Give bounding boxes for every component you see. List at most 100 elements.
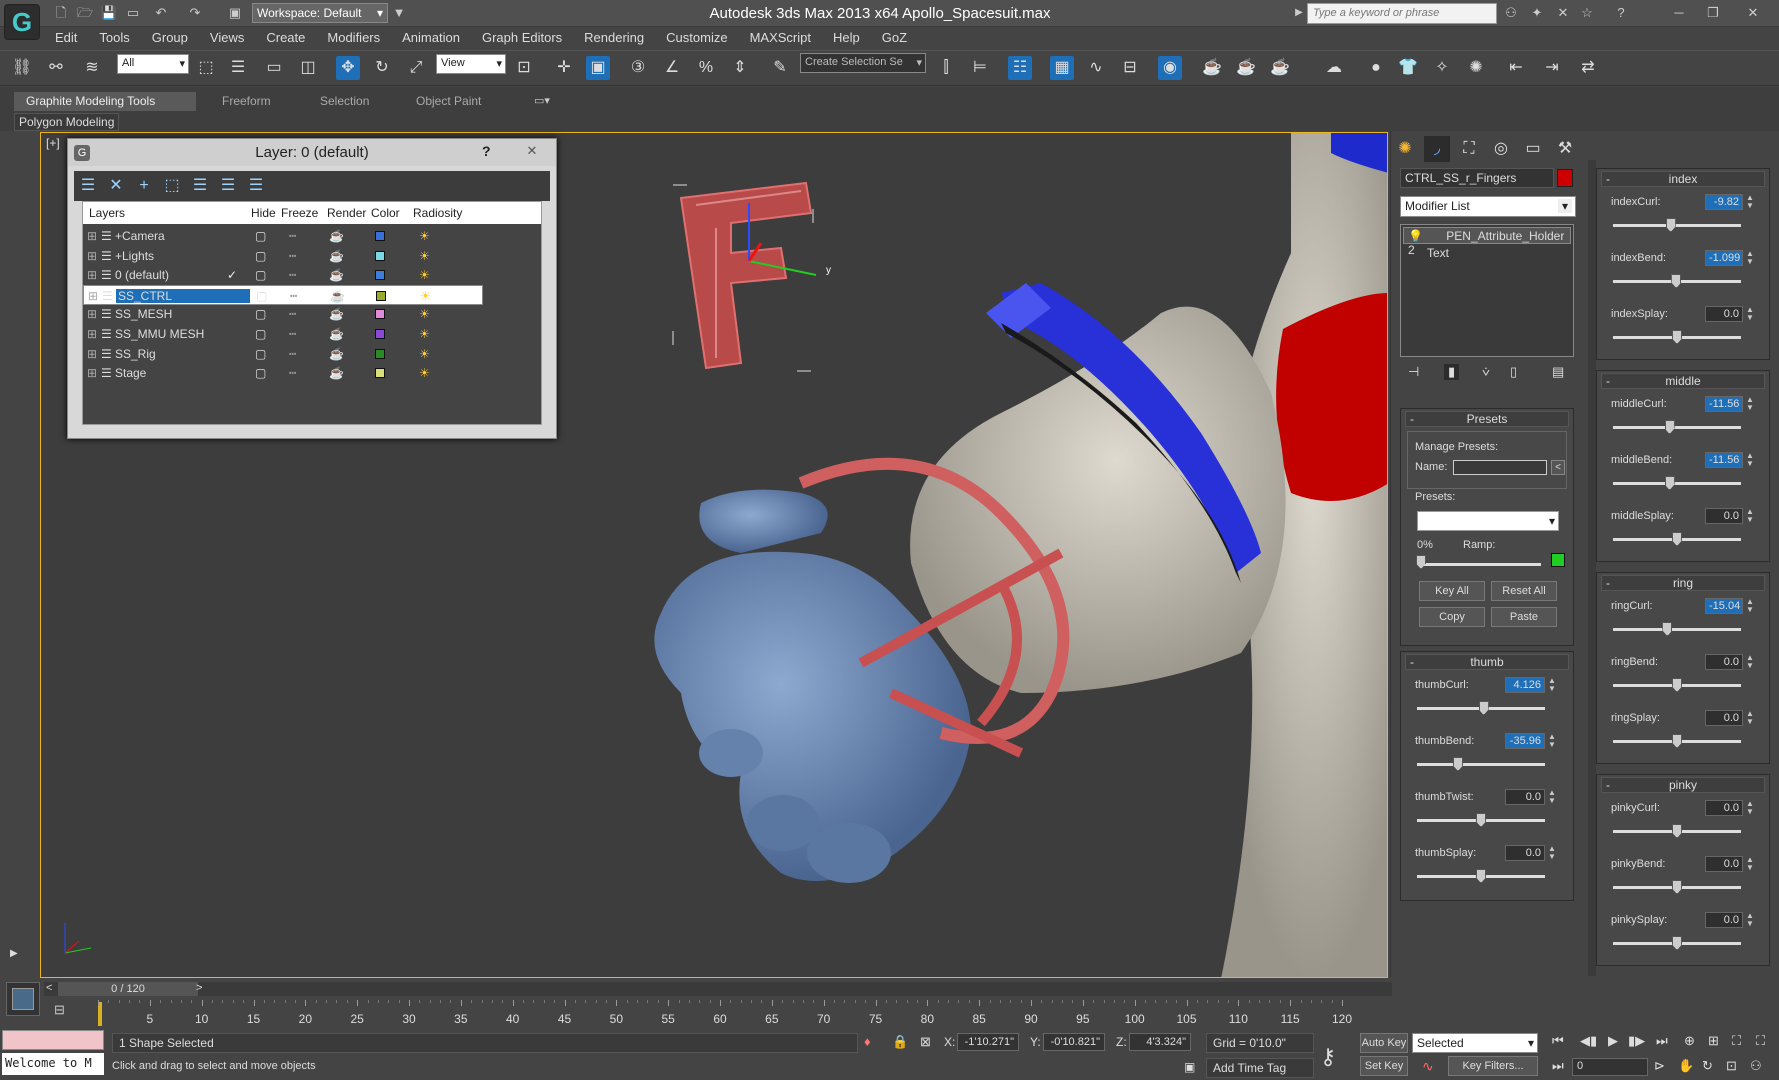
param-slider-knob[interactable] [1476, 869, 1486, 883]
param-slider-knob[interactable] [1672, 880, 1682, 894]
curve-editor-icon[interactable]: ∿ [1084, 56, 1108, 80]
layer-color-swatch[interactable] [376, 290, 386, 301]
highlight-selected-icon[interactable]: ☰ [186, 171, 214, 201]
select-by-name-icon[interactable]: ☰ [226, 56, 250, 80]
tab-graphite-modeling-tools[interactable]: Graphite Modeling Tools [14, 92, 196, 111]
render-toggle-icon[interactable]: ☕ [329, 268, 344, 282]
menu-goz[interactable]: GoZ [871, 27, 918, 48]
select-and-rotate-icon[interactable]: ↻ [370, 56, 394, 80]
binoculars-icon[interactable]: ⚇ [1502, 4, 1520, 22]
bind-spacewarp-icon[interactable]: ≋ [80, 56, 104, 80]
edit-named-selection-icon[interactable]: ✎ [768, 56, 792, 80]
render-setup-icon[interactable]: ☕ [1200, 56, 1224, 80]
stack-item[interactable]: 💡 PEN_Attribute_Holder 2 [1403, 227, 1571, 257]
layer-color-swatch[interactable] [375, 368, 385, 379]
layer-row[interactable]: ⊞ ☰ SS_Rig ▢ ┅ ☕ ☀ [83, 344, 483, 364]
menu-graph-editors[interactable]: Graph Editors [471, 27, 573, 48]
goz-forward-icon[interactable]: ⇥ [1540, 56, 1564, 80]
walk-through-icon[interactable]: ⚇ [1750, 1058, 1762, 1074]
tab-freeform[interactable]: Freeform [210, 92, 283, 111]
presets-rollout-header[interactable]: - Presets [1405, 411, 1569, 427]
sphere-icon[interactable]: ● [1364, 56, 1388, 80]
param-slider-knob[interactable] [1476, 813, 1486, 827]
paste-button[interactable]: Paste [1491, 607, 1557, 627]
param-slider-track[interactable] [1613, 224, 1741, 227]
layer-manager-icon[interactable]: ☷ [1008, 56, 1032, 80]
menu-edit[interactable]: Edit [44, 27, 88, 48]
param-value-field[interactable]: 0.0 [1705, 306, 1743, 322]
z-coordinate-field[interactable]: 4'3.324" [1129, 1033, 1191, 1051]
expand-icon[interactable]: ⊞ [87, 268, 97, 282]
select-manipulate-icon[interactable]: ✛ [552, 56, 576, 80]
maxscript-listener[interactable]: Welcome to M [2, 1053, 104, 1075]
selection-filter-dropdown[interactable]: All ▾ [117, 54, 189, 74]
spinner-arrows-icon[interactable]: ▲ ▼ [1746, 250, 1754, 266]
pinky-rollout-header[interactable]: - pinky [1601, 777, 1765, 793]
layer-color-swatch[interactable] [375, 231, 385, 241]
time-slider-track[interactable] [44, 982, 1392, 996]
hide-toggle-icon[interactable]: ▢ [255, 307, 266, 321]
hide-all-icon[interactable]: ☰ [214, 171, 242, 201]
next-frame-icon[interactable]: ▮▶ [1628, 1033, 1645, 1049]
param-slider-knob[interactable] [1664, 476, 1675, 490]
motion-tab-icon[interactable]: ◎ [1488, 136, 1514, 162]
preset-name-input[interactable] [1453, 460, 1547, 475]
render-toggle-icon[interactable]: ☕ [329, 249, 344, 263]
y-coordinate-field[interactable]: -0'10.821" [1043, 1033, 1105, 1051]
expand-icon[interactable]: ⊞ [88, 289, 98, 303]
param-slider-knob[interactable] [1672, 824, 1682, 838]
menu-group[interactable]: Group [141, 27, 199, 48]
pivot-center-icon[interactable]: ⊡ [512, 56, 536, 80]
radiosity-icon[interactable]: ☀ [419, 347, 430, 361]
workspace-menu-icon[interactable]: ▼ [390, 4, 408, 22]
key-all-button[interactable]: Key All [1419, 581, 1485, 601]
link-icon[interactable]: ⛓ [10, 56, 34, 80]
hair-icon[interactable]: ✧ [1430, 56, 1454, 80]
undo-icon[interactable]: ↶ [152, 4, 170, 22]
tab-object-paint[interactable]: Object Paint [404, 92, 493, 111]
freeze-toggle-icon[interactable]: ┅ [289, 307, 296, 321]
layer-row[interactable]: ⊞ ☰ +Lights ▢ ┅ ☕ ☀ [83, 246, 483, 266]
freeze-toggle-icon[interactable]: ┅ [289, 347, 296, 361]
param-slider-knob[interactable] [1672, 936, 1682, 950]
layer-row[interactable]: ⊞ ☰ 0 (default) ✓ ▢ ┅ ☕ ☀ [83, 265, 483, 285]
key-mode-dropdown[interactable]: Selected ▾ [1412, 1033, 1538, 1053]
zoom-extents-icon[interactable]: ⛶ [1732, 1033, 1741, 1049]
maximize-icon[interactable]: ❐ [1704, 4, 1722, 22]
render-toggle-icon[interactable]: ☕ [329, 366, 344, 380]
freeze-all-icon[interactable]: ☰ [242, 171, 270, 201]
expand-icon[interactable]: ⊞ [87, 347, 97, 361]
material-editor-icon[interactable]: ◉ [1158, 56, 1182, 80]
zoom-extents-all-icon[interactable]: ⛶ [1756, 1033, 1765, 1049]
radiosity-icon[interactable]: ☀ [420, 289, 431, 303]
spinner-snap-icon[interactable]: ⇕ [728, 56, 752, 80]
tab-selection[interactable]: Selection [308, 92, 381, 111]
add-to-layer-icon[interactable]: + [130, 171, 158, 201]
mini-listener-swatch[interactable] [6, 982, 40, 1016]
stack-item[interactable]: Text [1403, 245, 1571, 262]
zoom-all-icon[interactable]: ⊞ [1708, 1033, 1719, 1049]
menu-maxscript[interactable]: MAXScript [739, 27, 822, 48]
previous-frame-icon[interactable]: ◀▮ [1580, 1033, 1597, 1049]
hide-toggle-icon[interactable]: ▢ [255, 347, 266, 361]
angle-snap-icon[interactable]: ∠ [660, 56, 684, 80]
help-button[interactable]: ? [482, 143, 491, 159]
spinner-arrows-icon[interactable]: ▲ ▼ [1548, 677, 1556, 693]
orbit-icon[interactable]: ↻ [1702, 1058, 1713, 1074]
param-slider-knob[interactable] [1672, 532, 1682, 546]
menu-create[interactable]: Create [255, 27, 316, 48]
rectangle-selection-icon[interactable]: ▭ [262, 56, 286, 80]
render-toggle-icon[interactable]: ☕ [329, 229, 344, 243]
expand-icon[interactable]: ⊞ [87, 249, 97, 263]
expand-icon[interactable]: ⊞ [87, 366, 97, 380]
spinner-arrows-icon[interactable]: ▲ ▼ [1746, 912, 1754, 928]
mirror-icon[interactable]: ⫿ [934, 56, 958, 80]
column-color[interactable]: Color [371, 206, 400, 220]
radiosity-icon[interactable]: ☀ [419, 307, 430, 321]
param-slider-knob[interactable] [1478, 701, 1489, 715]
param-value-field[interactable]: -11.56 [1705, 396, 1743, 412]
object-color-swatch[interactable] [1557, 169, 1573, 187]
spinner-arrows-icon[interactable]: ▲ ▼ [1746, 856, 1754, 872]
spinner-arrows-icon[interactable]: ▲ ▼ [1548, 733, 1556, 749]
param-slider-track[interactable] [1613, 426, 1741, 429]
